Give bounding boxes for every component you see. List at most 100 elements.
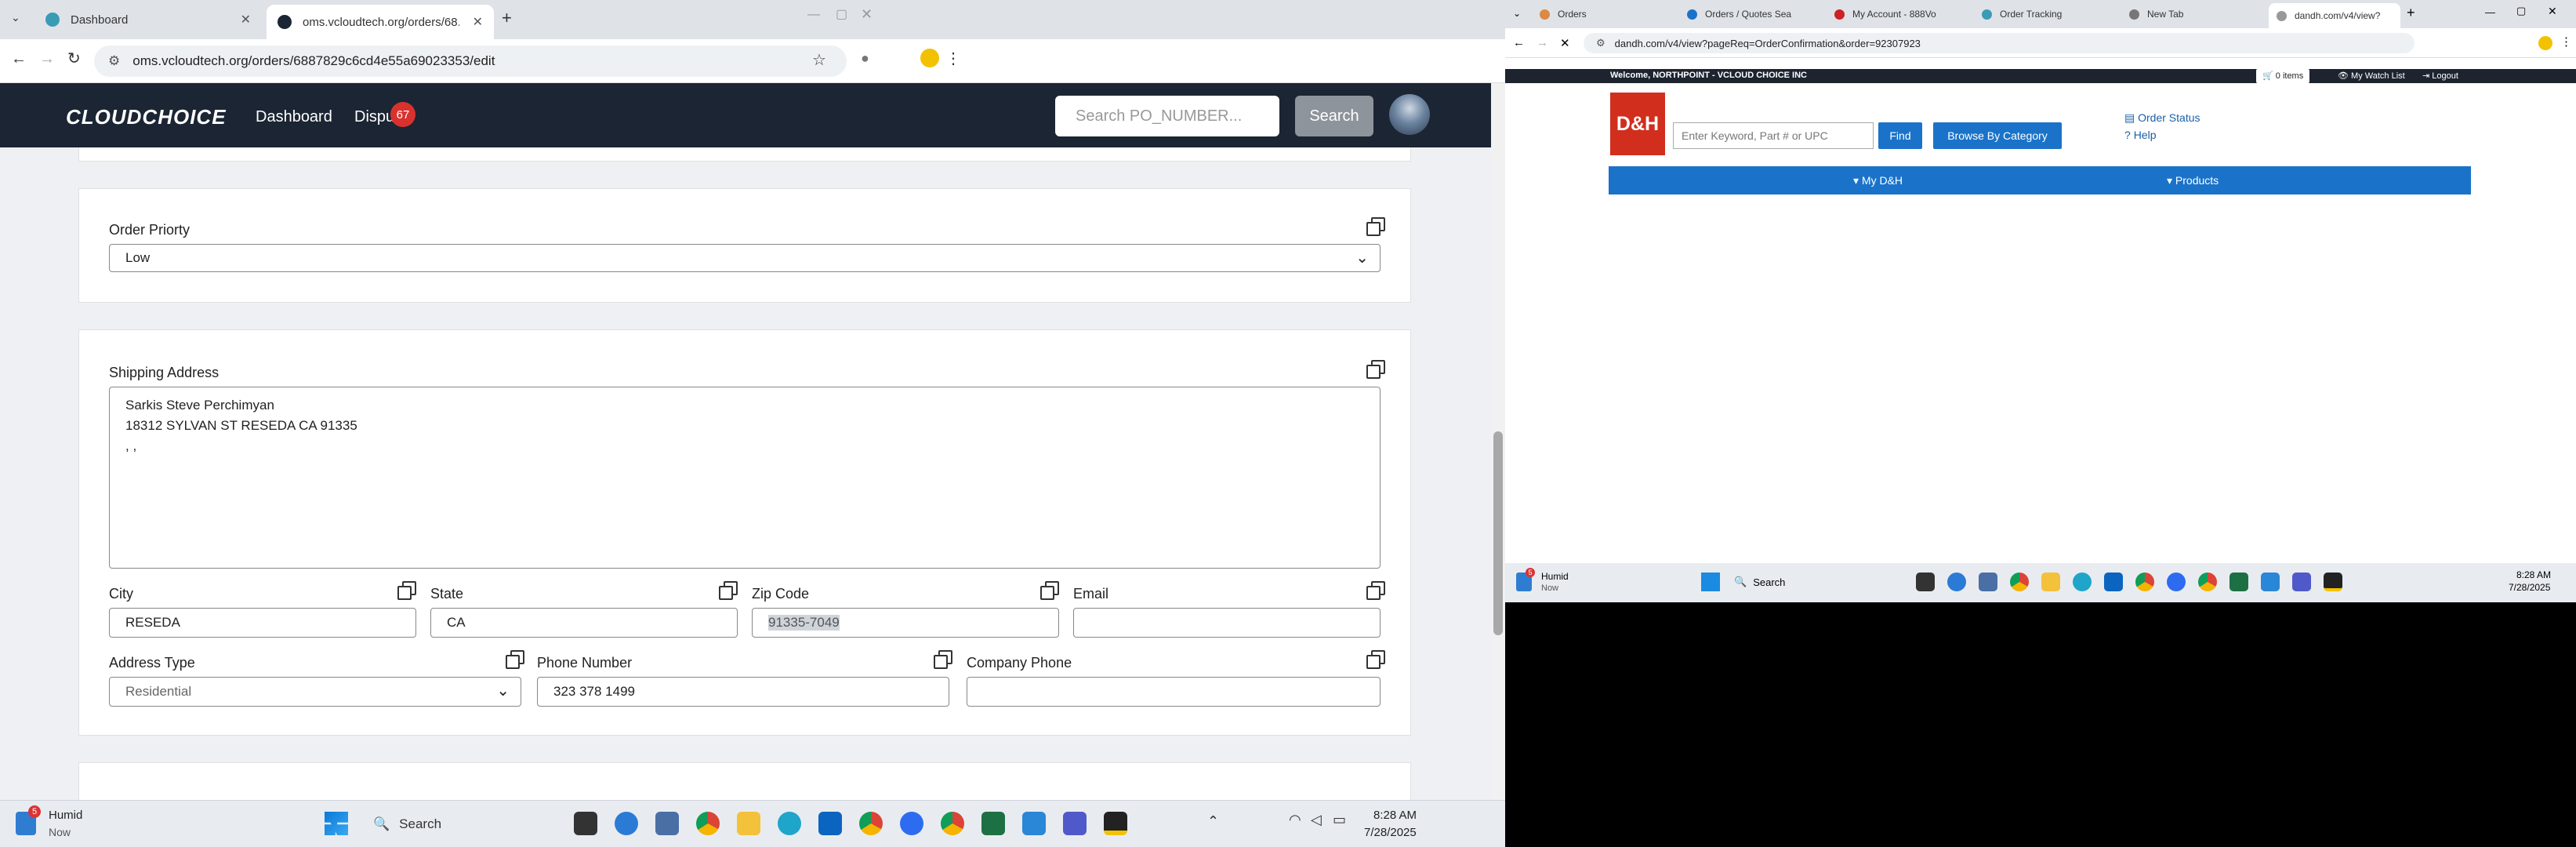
edge-icon[interactable]	[1947, 573, 1966, 591]
url-field[interactable]: ⚙ oms.vcloudtech.org/orders/6887829c6cd4…	[94, 45, 847, 77]
outlook-icon[interactable]	[818, 812, 842, 835]
back-icon[interactable]: ←	[11, 50, 27, 68]
rtab-new-tab[interactable]: New Tab	[2121, 3, 2266, 25]
wifi-icon[interactable]: ◠	[1289, 812, 1301, 828]
forward-icon[interactable]: →	[1537, 36, 1548, 49]
sticky-notes-icon[interactable]	[2324, 573, 2342, 591]
search-button[interactable]: Search	[1295, 96, 1373, 136]
user-avatar[interactable]	[1389, 94, 1430, 135]
stop-icon[interactable]: ✕	[1560, 36, 1570, 50]
calculator-icon[interactable]	[1979, 573, 1997, 591]
clock-date[interactable]: 7/28/2025	[2509, 582, 2550, 593]
windows-start-icon[interactable]	[325, 812, 348, 835]
copy-icon[interactable]	[1040, 581, 1059, 600]
clock-time[interactable]: 8:28 AM	[2516, 569, 2551, 580]
close-window-icon[interactable]: ✕	[861, 6, 873, 23]
photos-icon[interactable]	[1022, 812, 1046, 835]
rtab-orders[interactable]: Orders	[1532, 3, 1676, 25]
rtab-dandh[interactable]: dandh.com/v4/view?	[2269, 3, 2400, 28]
minimize-icon[interactable]: —	[2485, 6, 2495, 18]
browse-category-button[interactable]: Browse By Category	[1933, 122, 2062, 149]
rtab-orders-quotes[interactable]: Orders / Quotes Sea	[1679, 3, 1823, 25]
sticky-notes-icon[interactable]	[1104, 812, 1127, 835]
close-tab-icon[interactable]: ✕	[473, 14, 483, 30]
copy-icon[interactable]	[719, 581, 738, 600]
tray-chevron-icon[interactable]: ⌃	[1207, 813, 1219, 830]
taskbar-search[interactable]: 🔍 Search	[362, 810, 550, 838]
order-priority-select[interactable]: Low	[109, 244, 1381, 272]
excel-icon[interactable]	[981, 812, 1005, 835]
tab-search-icon[interactable]: ⌄	[11, 11, 20, 24]
outlook-icon[interactable]	[2104, 573, 2123, 591]
site-info-icon[interactable]: ⚙	[1596, 37, 1605, 49]
cloudchoice-logo[interactable]: CLOUDCHOICE	[66, 105, 227, 129]
maximize-icon[interactable]: ▢	[2516, 5, 2526, 17]
nav-dashboard[interactable]: Dashboard	[256, 108, 332, 126]
tab-dashboard[interactable]: Dashboard ✕	[34, 6, 262, 33]
cart-link[interactable]: 🛒 0 items	[2256, 69, 2310, 83]
taskbar-search[interactable]: 🔍 Search	[1728, 571, 1869, 593]
windows-start-icon[interactable]	[1701, 573, 1720, 591]
close-window-icon[interactable]: ✕	[2548, 5, 2557, 18]
file-explorer-icon[interactable]	[574, 812, 597, 835]
bookmark-star-icon[interactable]: ☆	[812, 50, 826, 70]
email-input[interactable]	[1073, 608, 1381, 638]
battery-icon[interactable]: ▭	[1333, 812, 1346, 828]
chrome-icon[interactable]	[696, 812, 720, 835]
copy-icon[interactable]	[1366, 217, 1385, 236]
help-link[interactable]: ? Help	[2124, 129, 2156, 141]
chrome-icon[interactable]	[2010, 573, 2029, 591]
phone-input[interactable]: 323 378 1499	[537, 677, 949, 707]
right-url-field[interactable]: ⚙ dandh.com/v4/view?pageReq=OrderConfirm…	[1584, 33, 2415, 53]
copy-icon[interactable]	[506, 650, 524, 669]
shipping-address-textarea[interactable]: Sarkis Steve Perchimyan 18312 SYLVAN ST …	[109, 387, 1381, 569]
edge-icon-2[interactable]	[2073, 573, 2092, 591]
address-type-select[interactable]: Residential	[109, 677, 521, 707]
nav-disputes[interactable]: Dispu	[354, 108, 394, 126]
close-tab-icon[interactable]: ✕	[241, 12, 251, 27]
chrome-icon-2[interactable]	[2135, 573, 2154, 591]
chrome-icon-3[interactable]	[2198, 573, 2217, 591]
menu-kebab-icon[interactable]: ⋮	[945, 49, 961, 68]
find-button[interactable]: Find	[1878, 122, 1922, 149]
new-tab-icon[interactable]: +	[2407, 5, 2415, 21]
dh-search-input[interactable]: Enter Keyword, Part # or UPC	[1673, 122, 1874, 149]
zip-input[interactable]: 91335-7049	[752, 608, 1059, 638]
rtab-order-tracking[interactable]: Order Tracking	[1974, 3, 2118, 25]
reload-icon[interactable]: ↻	[67, 49, 81, 68]
copy-icon[interactable]	[1366, 581, 1385, 600]
extension-icon[interactable]: ●	[861, 50, 869, 67]
calculator-icon[interactable]	[655, 812, 679, 835]
minimize-icon[interactable]: —	[807, 8, 820, 22]
order-status-link[interactable]: ▤ Order Status	[2124, 111, 2200, 125]
file-explorer-icon[interactable]	[1916, 573, 1935, 591]
scrollbar-thumb[interactable]	[1493, 431, 1503, 635]
chrome-icon-3[interactable]	[941, 812, 964, 835]
teams-icon[interactable]	[1063, 812, 1087, 835]
copy-icon[interactable]	[1366, 360, 1385, 379]
new-tab-icon[interactable]: +	[502, 8, 512, 28]
volume-icon[interactable]: ◁	[1311, 812, 1322, 828]
profile-icon[interactable]	[920, 49, 939, 67]
tab-order-edit[interactable]: oms.vcloudtech.org/orders/68... ✕	[267, 5, 494, 39]
menu-kebab-icon[interactable]: ⋮	[2560, 35, 2572, 49]
copy-icon[interactable]	[1366, 650, 1385, 669]
state-input[interactable]: CA	[430, 608, 738, 638]
folder-icon[interactable]	[737, 812, 760, 835]
folder-icon[interactable]	[2041, 573, 2060, 591]
menu-my-dh[interactable]: ▾ My D&H	[1853, 174, 1903, 187]
dh-logo[interactable]: D&H	[1610, 93, 1665, 155]
zoom-icon[interactable]	[900, 812, 923, 835]
forward-icon[interactable]: →	[39, 50, 55, 68]
chrome-icon-2[interactable]	[859, 812, 883, 835]
watchlist-link[interactable]: 👁 My Watch List	[2338, 71, 2405, 81]
city-input[interactable]: RESEDA	[109, 608, 416, 638]
menu-products[interactable]: ▾ Products	[2167, 174, 2219, 187]
back-icon[interactable]: ←	[1513, 36, 1525, 49]
zoom-icon[interactable]	[2167, 573, 2186, 591]
copy-icon[interactable]	[397, 581, 416, 600]
tab-search-icon[interactable]: ⌄	[1513, 8, 1521, 19]
teams-icon[interactable]	[2292, 573, 2311, 591]
logout-link[interactable]: ⇥ Logout	[2422, 71, 2458, 81]
profile-icon[interactable]	[2538, 36, 2552, 50]
